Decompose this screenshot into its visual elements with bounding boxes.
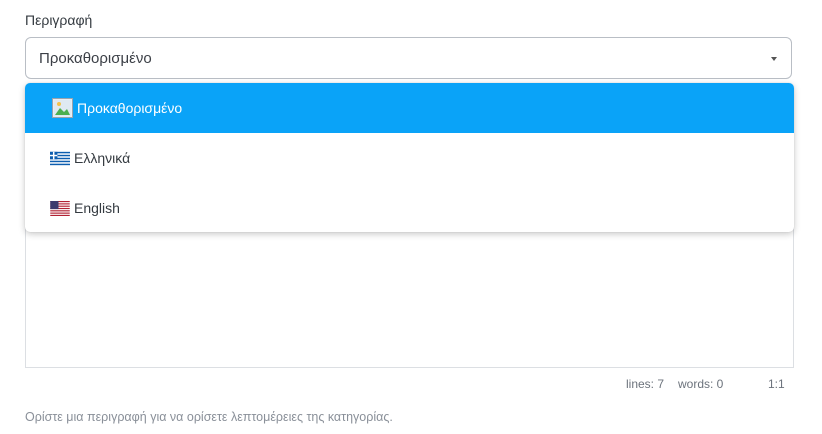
option-label: Ελληνικά (74, 150, 131, 166)
description-editor[interactable] (25, 215, 794, 368)
greece-flag-icon (50, 151, 70, 166)
option-english[interactable]: English (25, 183, 794, 232)
select-current-value: Προκαθορισμένο (39, 50, 152, 67)
language-dropdown: Προκαθορισμένο Ελληνικά English (25, 83, 794, 232)
status-lines: lines: 7 (626, 377, 665, 391)
option-label: English (74, 200, 120, 216)
description-hint: Ορίστε μια περιγραφή για να ορίσετε λεπτ… (25, 410, 393, 424)
option-default[interactable]: Προκαθορισμένο (25, 83, 794, 133)
broken-image-icon (52, 98, 73, 118)
description-label: Περιγραφή (25, 12, 93, 28)
status-words: words: 0 (678, 377, 724, 391)
option-greek[interactable]: Ελληνικά (25, 133, 794, 183)
language-select[interactable]: Προκαθορισμένο (25, 37, 792, 79)
option-label: Προκαθορισμένο (77, 100, 183, 116)
status-cursor: 1:1 (768, 377, 785, 391)
chevron-down-icon[interactable] (771, 57, 777, 61)
usa-flag-icon (50, 200, 70, 216)
